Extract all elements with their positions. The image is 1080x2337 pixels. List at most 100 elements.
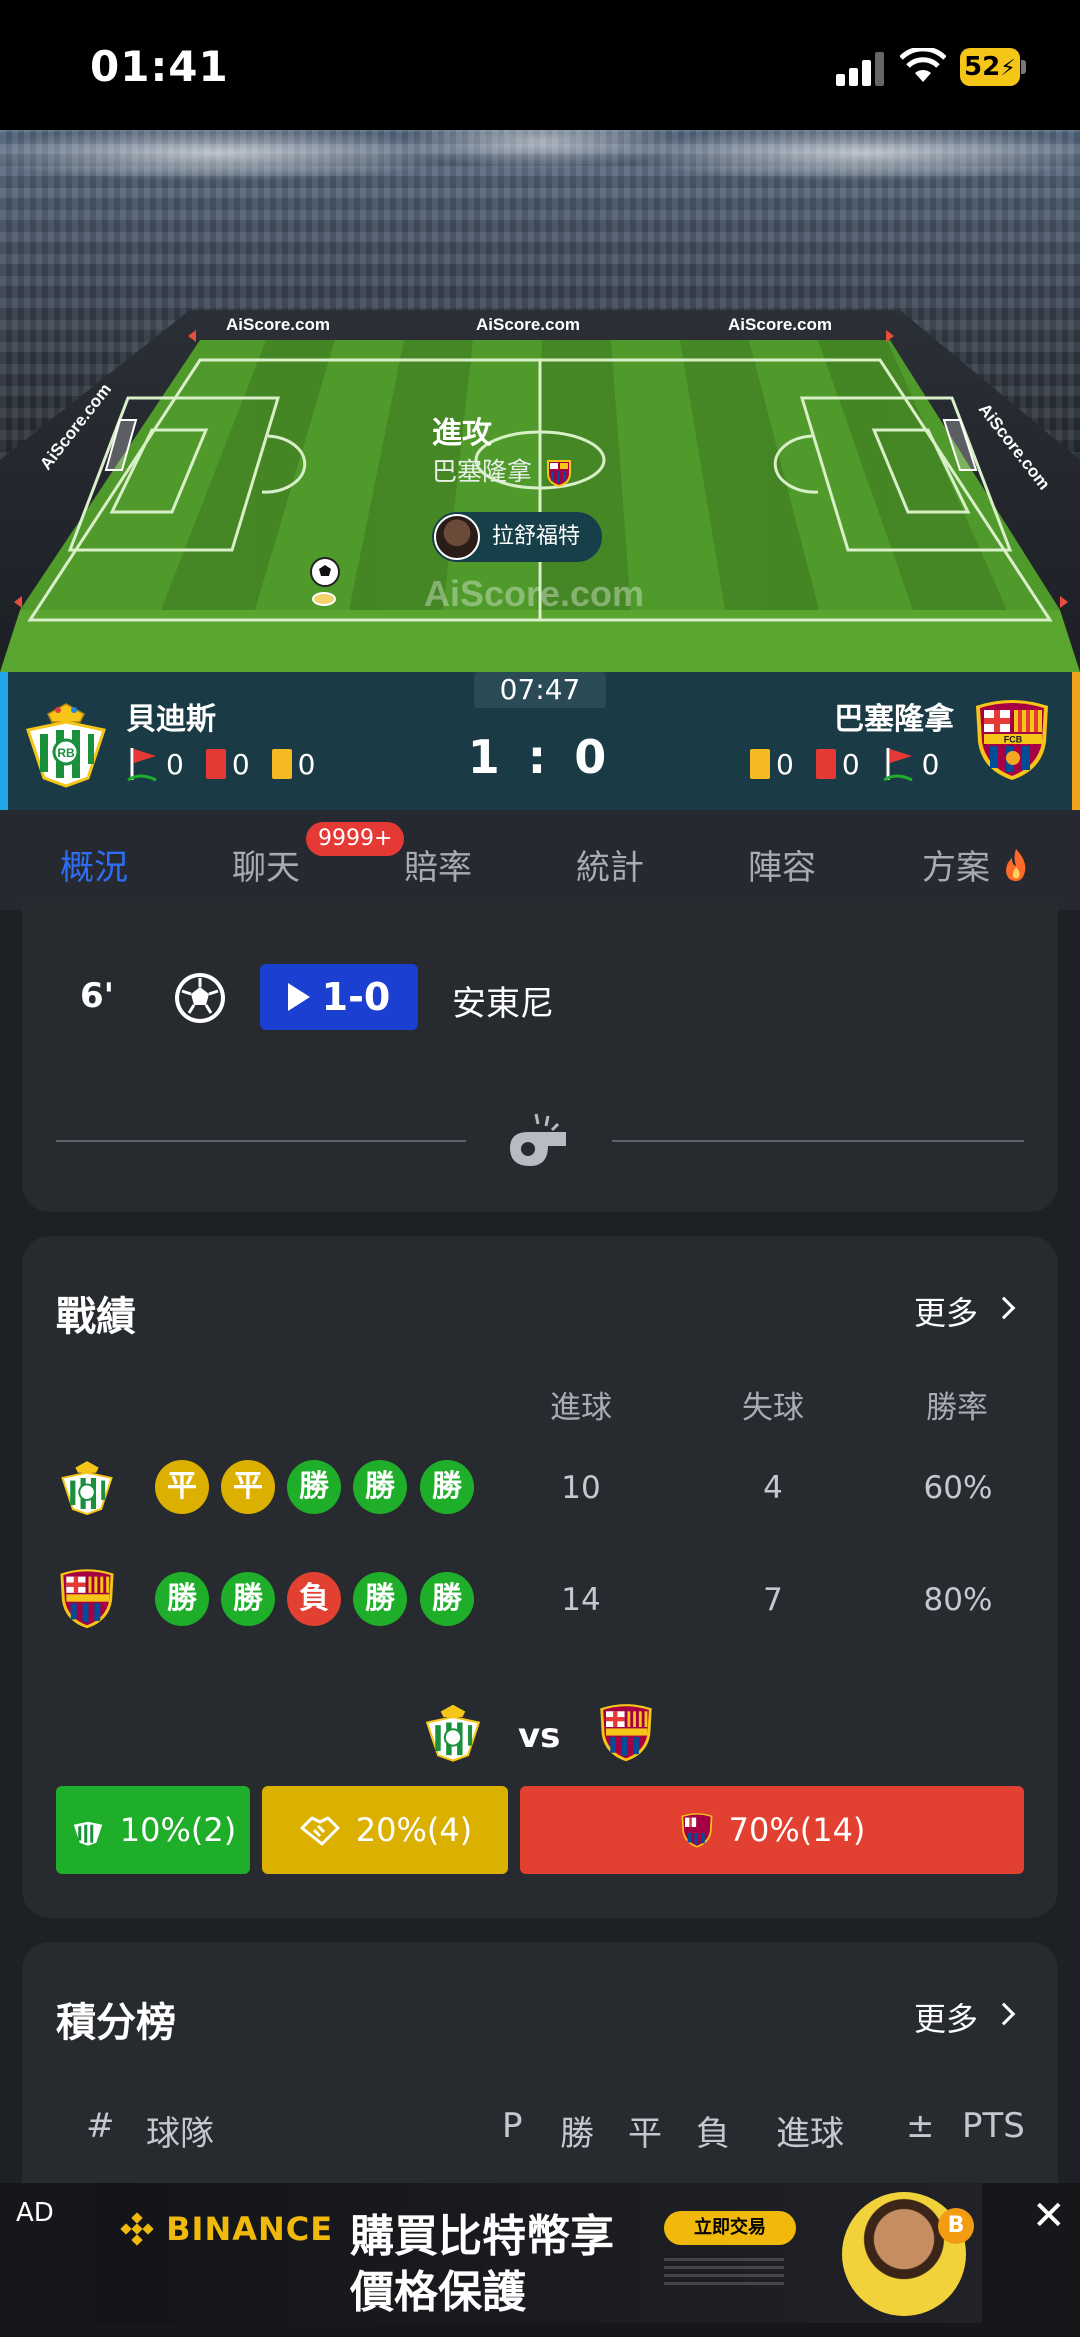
h2h-draws: 20%(4) — [355, 1811, 473, 1849]
standings-header-diff: ± — [906, 2106, 935, 2146]
result-pill: 勝 — [420, 1460, 474, 1514]
away-yellow-cards: 0 — [776, 747, 794, 781]
column-goals-against: 失球 — [742, 1390, 804, 1426]
result-pill: 平 — [221, 1460, 275, 1514]
goal-scorer: 安東尼 — [452, 984, 554, 1024]
home-team-crest-icon[interactable]: RB — [18, 700, 114, 788]
away-red-cards: 0 — [841, 747, 860, 781]
battery-level: 52 — [964, 52, 1001, 82]
column-goals-for: 進球 — [550, 1390, 612, 1426]
away-team-crest-icon — [681, 1813, 713, 1848]
h2h-away-wins: 70%(14) — [728, 1811, 866, 1849]
yellow-card-icon — [271, 749, 292, 779]
goal-ball-icon — [175, 973, 225, 1023]
chat-count-badge: 9999+ — [306, 822, 405, 856]
corner-flag-icon — [882, 748, 913, 782]
result-pill: 勝 — [353, 1460, 407, 1514]
svg-text:RB: RB — [57, 746, 75, 760]
away-corners: 0 — [921, 747, 940, 781]
player-name: 拉舒福特 — [492, 524, 581, 549]
standings-header-points: PTS — [962, 2106, 1025, 2146]
wifi-icon — [900, 48, 946, 82]
away-team-crest-icon[interactable]: FCB — [970, 696, 1054, 782]
goal-score: 1-0 — [321, 975, 391, 1019]
standings-header-played: P — [502, 2106, 523, 2146]
ball-icon — [310, 557, 340, 587]
match-clock: 07:47 — [474, 672, 606, 708]
ball-marker — [312, 592, 336, 606]
status-time: 01:41 — [90, 42, 229, 91]
tab-stats[interactable]: 統計 — [576, 840, 644, 889]
ad-label: AD — [16, 2198, 54, 2228]
pitch-watermark: AiScore.com — [424, 573, 644, 614]
tab-lineup[interactable]: 陣容 — [748, 840, 816, 889]
home-team-stats: 0 0 0 — [126, 746, 331, 782]
tab-odds[interactable]: 賠率 — [404, 840, 472, 889]
corner-flag-icon — [127, 748, 157, 782]
h2h-home-wins: 10%(2) — [119, 1811, 237, 1849]
ad-headline: 價格保護 — [350, 2267, 526, 2318]
ad-headline: 購買比特幣享 — [350, 2211, 614, 2262]
ad-close-button[interactable]: ✕ — [1032, 2196, 1066, 2236]
ad-fine-print — [664, 2258, 784, 2288]
handshake-icon — [300, 1816, 340, 1846]
standings-header-team: 球隊 — [146, 2114, 214, 2154]
status-bar: 01:41 52⚡ — [0, 0, 1080, 130]
vs-label: vs — [518, 1716, 561, 1756]
board-label-left: AiScore.com — [226, 315, 330, 334]
goal-video-button[interactable]: 1-0 — [260, 964, 418, 1030]
match-score: 1 : 0 — [467, 730, 613, 784]
tab-chat[interactable]: 聊天 — [232, 840, 300, 889]
battery-icon: 52⚡ — [960, 48, 1026, 86]
result-pill: 勝 — [420, 1572, 474, 1626]
h2h-home-wins-bar: 10%(2) — [56, 1786, 250, 1874]
tab-overview[interactable]: 概況 — [60, 840, 128, 889]
divider — [56, 1140, 466, 1142]
home-team-crest-icon — [61, 1461, 113, 1516]
form-more-link[interactable]: 更多 — [914, 1288, 978, 1334]
home-team-crest-icon — [425, 1704, 481, 1762]
red-card-icon — [815, 749, 836, 779]
event-minute: 6' — [80, 976, 115, 1016]
player-pill[interactable]: 拉舒福特 — [432, 512, 603, 562]
divider — [612, 1140, 1024, 1142]
column-win-rate: 勝率 — [926, 1390, 988, 1426]
play-icon — [287, 983, 310, 1011]
pitch-visualization: AiScore.com AiScore.com AiScore.com AiSc… — [0, 130, 1080, 672]
result-pill: 勝 — [287, 1460, 341, 1514]
standings-header-lost: 負 — [696, 2114, 730, 2154]
attack-label: 進攻 — [432, 416, 492, 451]
away-team-crest-icon — [60, 1569, 114, 1629]
svg-text:FCB: FCB — [1004, 735, 1023, 745]
result-pill: 平 — [155, 1460, 209, 1514]
yellow-card-icon — [750, 749, 770, 779]
home-goals-against: 4 — [763, 1470, 783, 1506]
cellular-signal-icon — [836, 52, 884, 86]
bitcoin-icon: B — [938, 2208, 974, 2244]
attacking-team-name: 巴塞隆拿 — [432, 457, 533, 486]
home-yellow-cards: 0 — [297, 747, 316, 781]
tab-tips[interactable]: 方案 — [922, 840, 1031, 889]
home-goals-for: 10 — [561, 1470, 601, 1506]
ad-cta-button[interactable]: 立即交易 — [664, 2211, 796, 2245]
tab-bar — [0, 810, 1080, 910]
standings-header-drawn: 平 — [628, 2114, 662, 2154]
away-team-stats: 0 0 0 — [750, 746, 939, 782]
standings-more-link[interactable]: 更多 — [914, 1994, 978, 2040]
red-card-icon — [205, 749, 226, 779]
away-team-name[interactable]: 巴塞隆拿 — [834, 694, 954, 738]
result-pill: 負 — [287, 1572, 341, 1626]
standings-header-won: 勝 — [560, 2114, 594, 2154]
board-label-right: AiScore.com — [728, 315, 832, 334]
whistle-icon — [510, 1113, 566, 1166]
standings-header-goals: 進球 — [776, 2114, 844, 2154]
home-win-rate: 60% — [923, 1470, 993, 1506]
away-win-rate: 80% — [923, 1582, 993, 1618]
standings-title: 積分榜 — [56, 2000, 176, 2046]
binance-logo: BINANCE — [120, 2210, 333, 2248]
home-team-name[interactable]: 貝迪斯 — [126, 694, 216, 738]
h2h-away-wins-bar: 70%(14) — [520, 1786, 1024, 1874]
home-red-cards: 0 — [231, 747, 250, 781]
fire-icon — [1005, 849, 1026, 881]
standings-header-rank: # — [86, 2106, 115, 2146]
